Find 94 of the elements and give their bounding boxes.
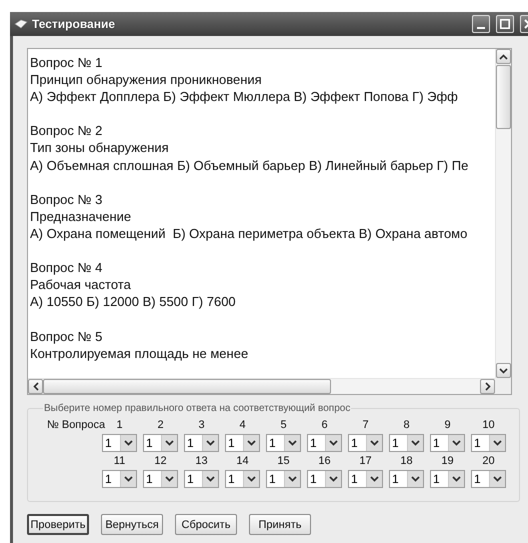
chevron-down-icon (288, 476, 297, 482)
question-number: 19 (440, 455, 455, 467)
scroll-down-icon (499, 368, 508, 374)
chevron-down-icon (411, 476, 420, 482)
action-button[interactable]: Сбросить (175, 514, 237, 535)
question-text: Тип зоны обнаружения (30, 139, 169, 157)
chevron-down-icon (493, 476, 502, 482)
answer-dropdown[interactable]: 1 (184, 470, 219, 488)
answer-dropdown[interactable]: 1 (389, 434, 424, 452)
scroll-thumb[interactable] (496, 65, 511, 129)
row-label: № Вопроса (47, 419, 106, 431)
chevron-down-icon (124, 440, 133, 446)
chevron-down-icon (206, 440, 215, 446)
chevron-down-icon (165, 476, 174, 482)
question-number: 20 (481, 455, 496, 467)
question-number: 14 (235, 455, 250, 467)
answer-dropdown[interactable]: 1 (225, 434, 260, 452)
questions-text-area[interactable] (27, 48, 512, 395)
chevron-down-icon (124, 476, 133, 482)
question-number: 12 (153, 455, 168, 467)
answer-options: А) 10550 Б) 12000 В) 5500 Г) 7600 (30, 293, 236, 310)
question-number: 7 (361, 419, 370, 431)
answer-dropdown[interactable]: 1 (143, 434, 178, 452)
chevron-down-icon (206, 476, 215, 482)
answer-dropdown[interactable]: 1 (143, 470, 178, 488)
chevron-down-icon (452, 440, 461, 446)
question-number: 10 (481, 419, 496, 431)
window-title: Тестирование (32, 17, 116, 31)
chevron-down-icon (370, 476, 379, 482)
question-number: 8 (402, 419, 411, 431)
answer-dropdown[interactable]: 1 (348, 470, 383, 488)
answer-dropdown[interactable]: 1 (266, 470, 301, 488)
question-text: Предназначение (30, 208, 132, 225)
answer-dropdown[interactable]: 1 (430, 470, 465, 488)
answer-dropdown[interactable]: 1 (102, 470, 137, 488)
scroll-up-icon (499, 54, 508, 60)
vertical-scrollbar[interactable] (495, 49, 511, 378)
question-number: 6 (320, 419, 329, 431)
question-number: 11 (112, 455, 126, 467)
scroll-thumb[interactable] (43, 379, 331, 394)
answer-options: А) Объемная сплошная Б) Объемный барьер В) Линейный барьер Г) Пе (30, 156, 468, 174)
question-header: Вопрос № 3 (30, 190, 102, 208)
answer-dropdown[interactable]: 1 (389, 470, 424, 488)
answer-dropdown[interactable]: 1 (471, 434, 506, 452)
question-header: Вопрос № 1 (30, 54, 102, 72)
chevron-down-icon (411, 440, 420, 446)
chevron-down-icon (247, 476, 256, 482)
group-label: Выберите номер правильного ответа на соответствующий вопрос (43, 403, 352, 414)
chevron-down-icon (329, 440, 338, 446)
minimize-button[interactable] (472, 15, 490, 33)
chevron-down-icon (452, 476, 461, 482)
answer-options: А) Охрана помещений Б) Охрана периметра объекта В) Охрана автомо (30, 224, 468, 242)
answer-dropdown[interactable]: 1 (471, 470, 506, 488)
question-number: 18 (399, 455, 414, 467)
question-text: Рабочая частота (30, 276, 131, 294)
chevron-down-icon (370, 440, 379, 446)
chevron-down-icon (329, 476, 338, 482)
answer-dropdown[interactable]: 1 (184, 434, 219, 452)
question-number: 17 (358, 455, 373, 467)
question-number: 16 (317, 455, 332, 467)
answer-dropdown[interactable]: 1 (266, 434, 301, 452)
answer-dropdown[interactable]: 1 (348, 434, 383, 452)
question-number: 2 (156, 419, 165, 431)
answer-options: А) Эффект Допплера Б) Эффект Мюллера В) Эффект Попова Г) Эфф (30, 88, 458, 106)
action-button[interactable]: Вернуться (101, 514, 163, 535)
app-icon (14, 19, 28, 29)
action-button[interactable]: Принять (249, 514, 311, 535)
question-number: 15 (276, 455, 291, 467)
action-button[interactable]: Проверить (27, 514, 89, 535)
answer-dropdown[interactable]: 1 (307, 434, 342, 452)
question-number: 5 (279, 419, 288, 431)
minimize-icon (477, 27, 485, 29)
chevron-down-icon (493, 440, 502, 446)
question-header: Вопрос № 5 (30, 328, 102, 345)
question-text: Принцип обнаружения проникновения (30, 71, 262, 88)
question-text: Контролируемая площадь не менее (30, 344, 248, 362)
scroll-right-icon (484, 382, 490, 391)
question-number: 13 (194, 455, 209, 467)
question-number: 4 (238, 419, 247, 431)
maximize-button[interactable] (496, 15, 514, 33)
answer-dropdown[interactable]: 1 (102, 434, 137, 452)
chevron-down-icon (288, 440, 297, 446)
maximize-icon (500, 19, 510, 29)
question-number: 3 (197, 419, 206, 431)
question-header: Вопрос № 4 (30, 259, 102, 276)
question-number: 9 (443, 419, 452, 431)
question-header: Вопрос № 2 (30, 122, 102, 140)
answer-dropdown[interactable]: 1 (307, 470, 342, 488)
scroll-left-icon (32, 382, 38, 391)
answer-dropdown[interactable]: 1 (225, 470, 260, 488)
chevron-down-icon (165, 440, 174, 446)
chevron-down-icon (247, 440, 256, 446)
answer-dropdown[interactable]: 1 (430, 434, 465, 452)
horizontal-scrollbar[interactable] (28, 378, 495, 394)
